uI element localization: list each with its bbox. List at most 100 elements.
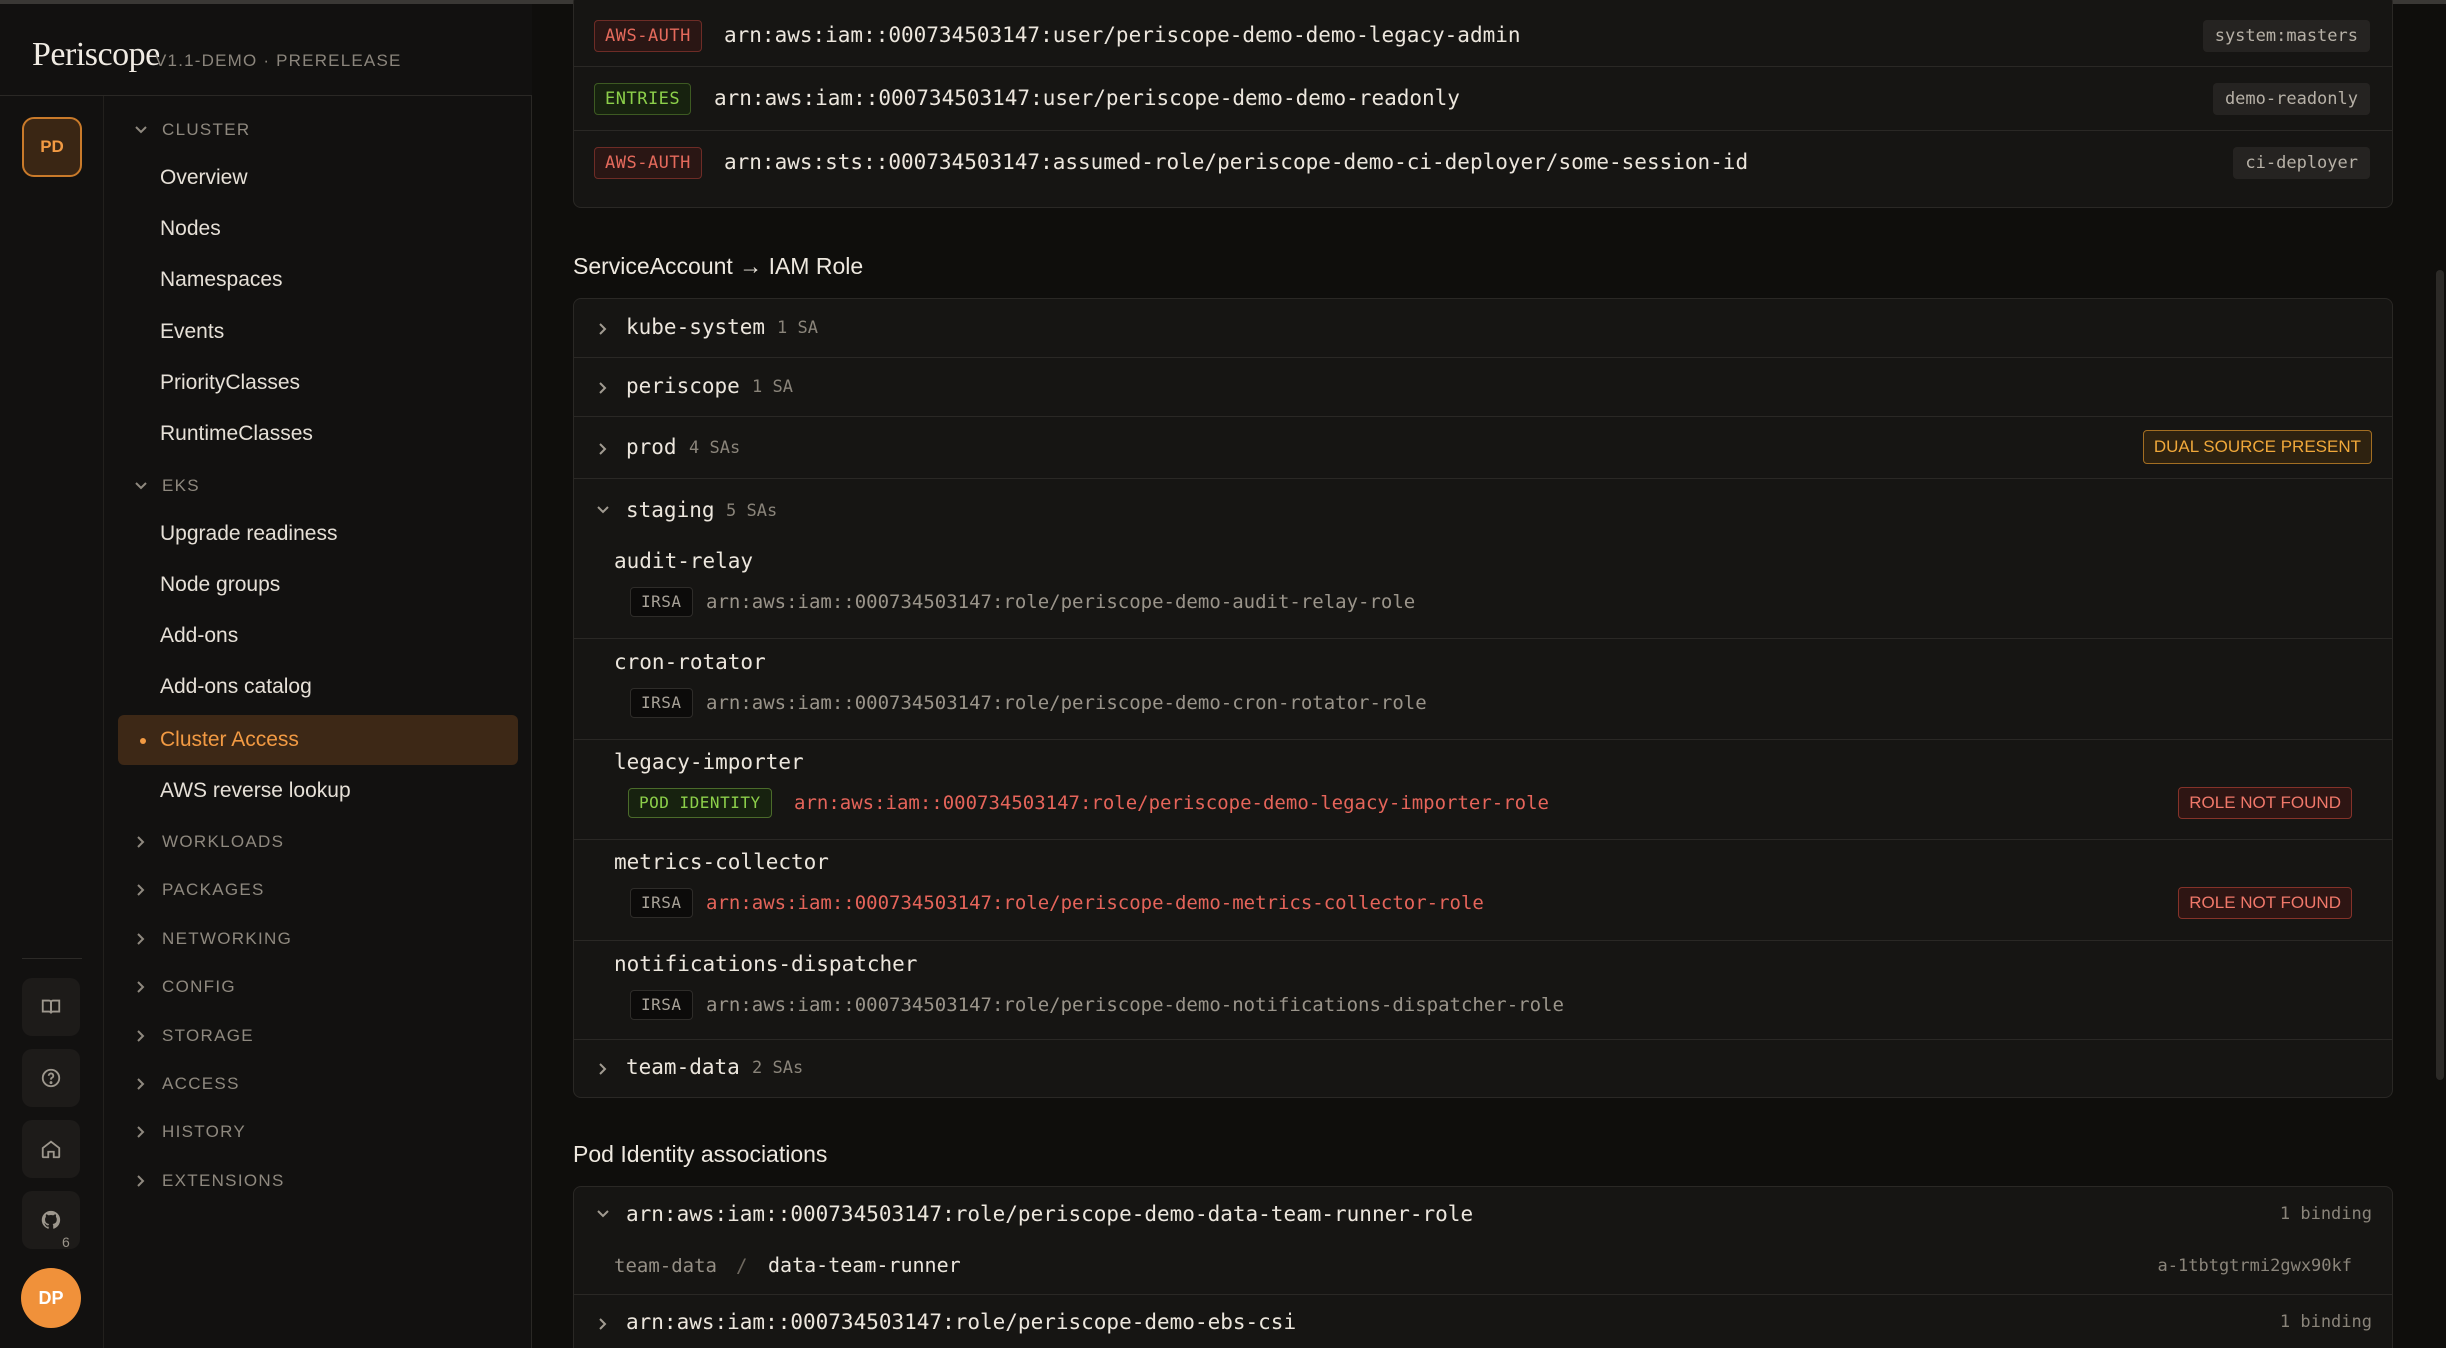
dual-source-badge: DUAL SOURCE PRESENT bbox=[2142, 430, 2372, 464]
github-icon[interactable] bbox=[22, 1191, 80, 1249]
sa-name: audit-relay bbox=[614, 549, 754, 573]
section-storage[interactable]: STORAGE bbox=[134, 1026, 254, 1046]
binding-sa: data-team-runner bbox=[768, 1253, 961, 1277]
sidebar-item-cluster-access[interactable]: Cluster Access bbox=[118, 715, 518, 765]
group-pill: system:masters bbox=[2202, 20, 2370, 52]
principal-arn: arn:aws:sts::000734503147:assumed-role/p… bbox=[724, 150, 1749, 174]
section-history[interactable]: HISTORY bbox=[134, 1122, 246, 1142]
binding-count: 1 binding bbox=[2279, 1204, 2372, 1224]
section-label: CONFIG bbox=[162, 977, 236, 996]
binding-type-tag: POD IDENTITY bbox=[628, 788, 772, 818]
sa-row-audit-relay[interactable]: audit-relay IRSA arn:aws:iam::0007345031… bbox=[574, 539, 2392, 639]
chevron-right-icon bbox=[599, 443, 607, 455]
pod-identity-role-row[interactable]: arn:aws:iam::000734503147:role/periscope… bbox=[574, 1187, 2392, 1239]
namespace-row-staging[interactable]: staging 5 SAs bbox=[574, 479, 2392, 539]
sidebar-item-priorityclasses[interactable]: PriorityClasses bbox=[118, 358, 518, 408]
sa-name: notifications-dispatcher bbox=[614, 952, 918, 976]
binding-type-tag: IRSA bbox=[630, 888, 693, 918]
workspace-badge[interactable]: PD bbox=[22, 117, 82, 177]
brand-logo[interactable]: Periscope bbox=[32, 36, 160, 74]
user-avatar[interactable]: DP bbox=[21, 1268, 81, 1328]
chevron-down-icon bbox=[135, 482, 147, 490]
help-icon[interactable] bbox=[22, 1049, 80, 1107]
section-config[interactable]: CONFIG bbox=[134, 977, 236, 997]
pod-identity-role-row[interactable]: arn:aws:iam::000734503147:role/periscope… bbox=[574, 1295, 2392, 1348]
section-extensions[interactable]: EXTENSIONS bbox=[134, 1171, 285, 1191]
access-entry-row[interactable]: AWS-AUTH arn:aws:sts::000734503147:assum… bbox=[574, 132, 2392, 195]
section-label: WORKLOADS bbox=[162, 832, 285, 851]
sa-count: 1 SA bbox=[777, 318, 818, 338]
namespace-row-team-data[interactable]: team-data 2 SAs bbox=[574, 1040, 2392, 1098]
section-workloads[interactable]: WORKLOADS bbox=[134, 832, 284, 852]
path-separator: / bbox=[736, 1255, 748, 1277]
chevron-right-icon bbox=[599, 1318, 607, 1330]
sa-count: 1 SA bbox=[752, 377, 793, 397]
source-tag: AWS-AUTH bbox=[594, 20, 702, 52]
role-not-found-badge: ROLE NOT FOUND bbox=[2178, 887, 2352, 919]
main-scrollbar[interactable] bbox=[2436, 270, 2444, 1080]
main-content: AWS-AUTH arn:aws:iam::000734503147:user/… bbox=[533, 0, 2446, 1348]
section-packages[interactable]: PACKAGES bbox=[134, 880, 265, 900]
section-eks[interactable]: EKS bbox=[134, 476, 200, 496]
namespace-row-periscope[interactable]: periscope 1 SA bbox=[574, 358, 2392, 417]
binding-type-tag: IRSA bbox=[630, 587, 693, 617]
access-entry-row[interactable]: ENTRIES arn:aws:iam::000734503147:user/p… bbox=[574, 68, 2392, 131]
sa-name: legacy-importer bbox=[614, 750, 804, 774]
namespace-name: staging bbox=[626, 498, 715, 522]
namespace-name: team-data bbox=[626, 1055, 740, 1079]
role-not-found-badge: ROLE NOT FOUND bbox=[2178, 787, 2352, 819]
role-arn: arn:aws:iam::000734503147:role/periscope… bbox=[626, 1310, 1297, 1334]
section-networking[interactable]: NETWORKING bbox=[134, 929, 292, 949]
sa-row-cron-rotator[interactable]: cron-rotator IRSA arn:aws:iam::000734503… bbox=[574, 639, 2392, 740]
sidebar-item-aws-reverse-lookup[interactable]: AWS reverse lookup bbox=[118, 766, 518, 816]
role-arn: arn:aws:iam::000734503147:role/periscope… bbox=[706, 892, 1484, 914]
chevron-right-icon bbox=[599, 382, 607, 394]
chevron-right-icon bbox=[137, 981, 145, 993]
sidebar-item-overview[interactable]: Overview bbox=[118, 153, 518, 203]
namespace-name: kube-system bbox=[626, 315, 766, 339]
sidebar-item-nodes[interactable]: Nodes bbox=[118, 204, 518, 254]
namespace-row-prod[interactable]: prod 4 SAs DUAL SOURCE PRESENT bbox=[574, 417, 2392, 479]
chevron-right-icon bbox=[137, 1126, 145, 1138]
principal-arn: arn:aws:iam::000734503147:user/periscope… bbox=[714, 86, 1460, 110]
access-entry-row[interactable]: AWS-AUTH arn:aws:iam::000734503147:user/… bbox=[574, 5, 2392, 67]
sa-row-legacy-importer[interactable]: legacy-importer POD IDENTITY arn:aws:iam… bbox=[574, 740, 2392, 840]
chevron-right-icon bbox=[599, 1063, 607, 1075]
access-entries-panel: AWS-AUTH arn:aws:iam::000734503147:user/… bbox=[573, 0, 2393, 208]
sidebar-item-add-ons-catalog[interactable]: Add-ons catalog bbox=[118, 662, 518, 712]
section-label: EKS bbox=[162, 476, 200, 495]
section-label: STORAGE bbox=[162, 1026, 254, 1045]
principal-arn: arn:aws:iam::000734503147:user/periscope… bbox=[724, 23, 1521, 47]
pod-identity-panel: arn:aws:iam::000734503147:role/periscope… bbox=[573, 1186, 2393, 1348]
sidebar-item-runtimeclasses[interactable]: RuntimeClasses bbox=[118, 409, 518, 459]
sa-name: metrics-collector bbox=[614, 850, 829, 874]
section-cluster[interactable]: CLUSTER bbox=[134, 120, 250, 140]
home-icon[interactable] bbox=[22, 1120, 80, 1178]
pod-identity-binding-row[interactable]: team-data / data-team-runner a-1tbtgtrmi… bbox=[574, 1239, 2392, 1295]
group-pill: ci-deployer bbox=[2233, 147, 2370, 179]
sidebar-item-namespaces[interactable]: Namespaces bbox=[118, 255, 518, 305]
chevron-right-icon bbox=[137, 884, 145, 896]
source-tag: ENTRIES bbox=[594, 83, 692, 115]
binding-type-tag: IRSA bbox=[630, 688, 693, 718]
chevron-down-icon bbox=[135, 126, 147, 134]
section-access[interactable]: ACCESS bbox=[134, 1074, 240, 1094]
sidebar-item-events[interactable]: Events bbox=[118, 307, 518, 357]
sidebar-item-node-groups[interactable]: Node groups bbox=[118, 560, 518, 610]
sidebar-item-label: Cluster Access bbox=[160, 728, 299, 751]
brand-header: Periscope V1.1-DEMO · PRERELEASE bbox=[0, 4, 532, 96]
namespace-row-kube-system[interactable]: kube-system 1 SA bbox=[574, 299, 2392, 358]
sa-namespace-panel: kube-system 1 SA periscope 1 SA prod 4 S… bbox=[573, 298, 2393, 1098]
sidebar-item-add-ons[interactable]: Add-ons bbox=[118, 611, 518, 661]
section-label: ACCESS bbox=[162, 1074, 240, 1093]
binding-namespace: team-data bbox=[614, 1255, 717, 1277]
sidebar-item-upgrade-readiness[interactable]: Upgrade readiness bbox=[118, 509, 518, 559]
sa-section-title: ServiceAccount → IAM Role bbox=[573, 253, 864, 279]
role-arn: arn:aws:iam::000734503147:role/periscope… bbox=[626, 1202, 1474, 1226]
sa-row-metrics-collector[interactable]: metrics-collector IRSA arn:aws:iam::0007… bbox=[574, 840, 2392, 941]
book-icon[interactable] bbox=[22, 978, 80, 1036]
sa-name: cron-rotator bbox=[614, 650, 766, 674]
sa-row-notifications-dispatcher[interactable]: notifications-dispatcher IRSA arn:aws:ia… bbox=[574, 941, 2392, 1040]
association-id: a-1tbtgtrmi2gwx90kf bbox=[2157, 1256, 2352, 1276]
chevron-down-icon bbox=[597, 1210, 609, 1218]
